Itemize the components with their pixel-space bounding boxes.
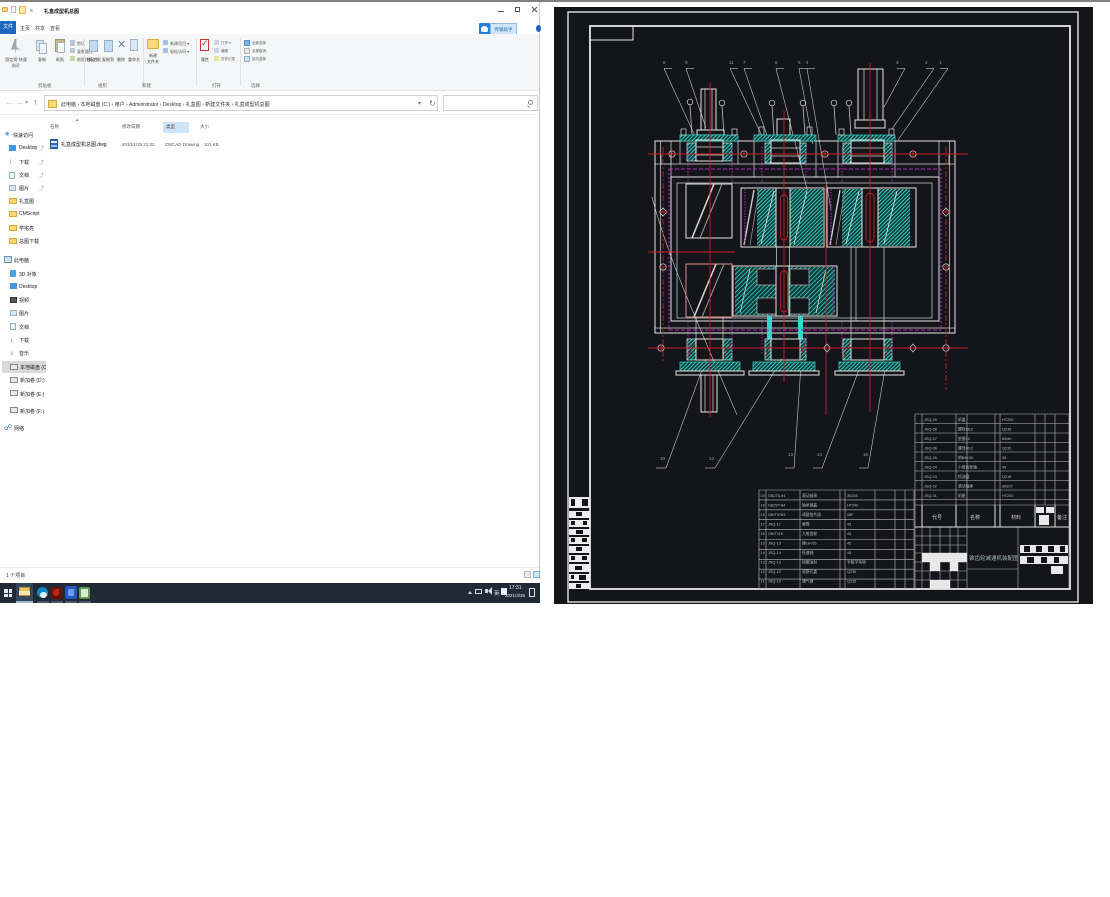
svg-text:机座: 机座 (958, 493, 966, 498)
svg-text:滚动轴承: 滚动轴承 (802, 493, 817, 498)
svg-text:JSQ-13: JSQ-13 (768, 561, 781, 565)
svg-text:15: 15 (863, 452, 869, 457)
svg-text:通气器: 通气器 (802, 579, 814, 584)
svg-text:销B8×30: 销B8×30 (958, 455, 973, 460)
svg-text:观察孔盖: 观察孔盖 (802, 569, 817, 574)
svg-text:30207: 30207 (1002, 485, 1013, 489)
svg-text:13: 13 (788, 452, 794, 457)
svg-text:JSQ-04: JSQ-04 (924, 466, 937, 470)
svg-text:14: 14 (817, 452, 823, 457)
svg-text:大锥齿轮: 大锥齿轮 (802, 531, 817, 536)
svg-text:JSQ-09: JSQ-09 (924, 418, 937, 422)
svg-text:GB297-84: GB297-84 (768, 504, 785, 508)
svg-text:45: 45 (847, 523, 851, 527)
svg-text:JSQ-10: JSQ-10 (768, 580, 781, 584)
svg-text:19: 19 (761, 504, 765, 508)
svg-text:低速轴: 低速轴 (802, 550, 814, 555)
svg-text:代号: 代号 (932, 514, 942, 521)
svg-text:14: 14 (761, 551, 765, 555)
svg-text:08F: 08F (847, 513, 854, 517)
svg-text:45: 45 (847, 551, 851, 555)
svg-text:半粗羊毛毡: 半粗羊毛毡 (847, 560, 866, 565)
svg-text:HT200: HT200 (1002, 418, 1013, 422)
svg-text:18: 18 (761, 513, 765, 517)
svg-text:JSQ-05: JSQ-05 (924, 456, 937, 460)
svg-text:JSQ-06: JSQ-06 (924, 447, 937, 451)
svg-text:JSQ-14: JSQ-14 (768, 551, 781, 555)
svg-text:Q235: Q235 (1002, 447, 1011, 451)
svg-text:挡油盘: 挡油盘 (958, 474, 970, 479)
svg-text:35: 35 (1002, 456, 1006, 460)
svg-text:小锥齿轮轴: 小锥齿轮轴 (958, 465, 977, 470)
svg-text:调整垫片组: 调整垫片组 (802, 512, 821, 517)
svg-text:GB276-94: GB276-94 (768, 494, 785, 498)
svg-text:JSQ-08: JSQ-08 (924, 428, 937, 432)
svg-text:滚动轴承: 滚动轴承 (958, 484, 973, 489)
svg-text:材料: 材料 (1011, 514, 1021, 521)
svg-text:Q235: Q235 (847, 570, 856, 574)
svg-text:螺母M12: 螺母M12 (958, 446, 973, 451)
svg-text:名称: 名称 (970, 514, 980, 521)
svg-text:键16×56: 键16×56 (802, 541, 816, 546)
svg-text:11: 11 (729, 60, 734, 65)
svg-text:12: 12 (761, 570, 765, 574)
svg-text:GB/T119: GB/T119 (768, 532, 783, 536)
svg-text:17: 17 (761, 523, 765, 527)
svg-text:Q235: Q235 (1002, 428, 1011, 432)
svg-text:JSQ-12: JSQ-12 (768, 570, 781, 574)
svg-text:15: 15 (761, 542, 765, 546)
svg-text:11: 11 (761, 580, 765, 584)
svg-text:备注: 备注 (1057, 514, 1067, 521)
svg-text:HT200: HT200 (1002, 494, 1013, 498)
svg-text:12: 12 (709, 456, 715, 461)
svg-text:Q215: Q215 (1002, 475, 1011, 479)
svg-text:螺栓M12: 螺栓M12 (958, 427, 973, 432)
svg-text:JSQ-15: JSQ-15 (768, 542, 781, 546)
svg-text:垫圈12: 垫圈12 (958, 436, 970, 441)
svg-text:机盖: 机盖 (958, 417, 966, 422)
svg-text:45: 45 (1002, 466, 1006, 470)
svg-text:GB/T5783: GB/T5783 (768, 513, 785, 517)
svg-text:JSQ-17: JSQ-17 (768, 523, 781, 527)
svg-text:Q235: Q235 (847, 580, 856, 584)
svg-text:65Mn: 65Mn (1002, 437, 1012, 441)
svg-text:JSQ-02: JSQ-02 (924, 485, 937, 489)
svg-text:HT200: HT200 (847, 504, 858, 508)
svg-text:10: 10 (660, 456, 666, 461)
svg-text:JSQ-03: JSQ-03 (924, 475, 937, 479)
svg-text:JSQ-01: JSQ-01 (924, 494, 937, 498)
svg-text:轴承端盖: 轴承端盖 (802, 503, 817, 508)
svg-text:毡圈油封: 毡圈油封 (802, 560, 817, 565)
svg-text:45: 45 (847, 542, 851, 546)
svg-text:20: 20 (761, 494, 765, 498)
svg-text:30208: 30208 (847, 494, 858, 498)
svg-text:13: 13 (761, 561, 765, 565)
svg-text:45: 45 (847, 532, 851, 536)
svg-text:套筒: 套筒 (802, 522, 810, 527)
svg-text:16: 16 (761, 532, 765, 536)
svg-text:JSQ-07: JSQ-07 (924, 437, 937, 441)
svg-text:锥齿轮减速机装配图: 锥齿轮减速机装配图 (969, 554, 1019, 562)
